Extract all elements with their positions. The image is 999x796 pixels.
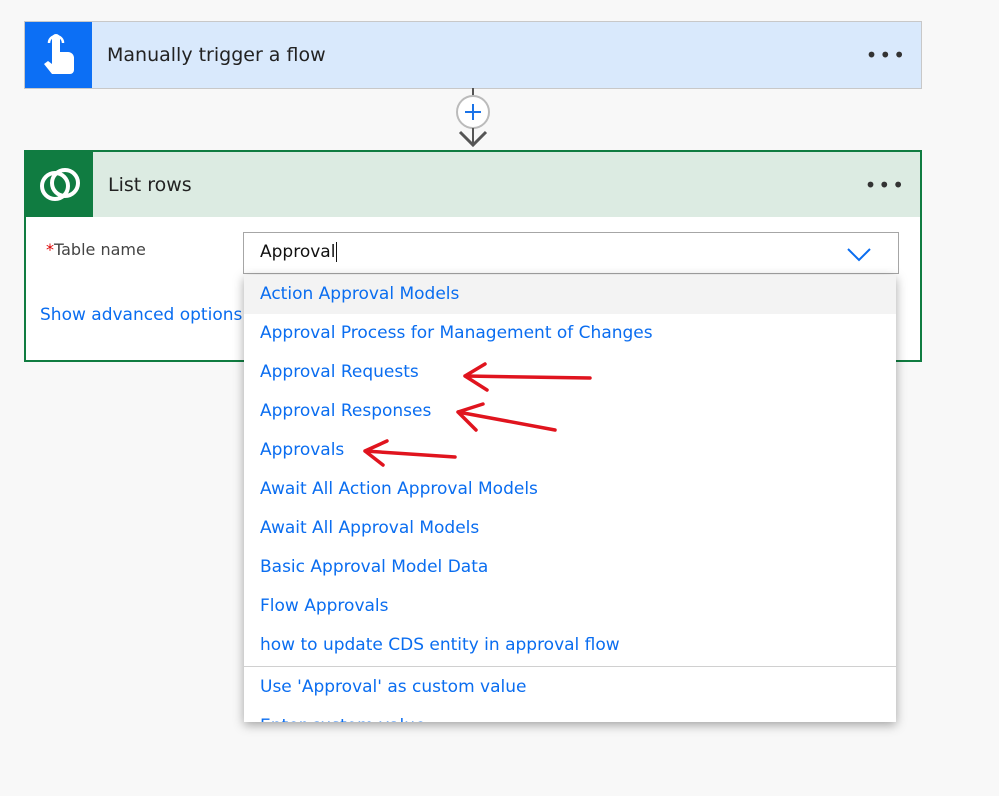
use-custom-value-option[interactable]: Use 'Approval' as custom value	[244, 668, 896, 707]
label-text: Table name	[54, 240, 146, 259]
dropdown-option[interactable]: Approval Responses	[244, 392, 896, 431]
dropdown-option[interactable]: Approval Process for Management of Chang…	[244, 314, 896, 353]
card-header[interactable]: List rows •••	[26, 152, 920, 217]
dropdown-option[interactable]: Action Approval Models	[244, 275, 896, 314]
dropdown-option[interactable]: Approvals	[244, 431, 896, 470]
connector	[456, 88, 490, 148]
more-options-button[interactable]: •••	[866, 22, 907, 88]
dropdown-option[interactable]: Await All Action Approval Models	[244, 470, 896, 509]
hand-pointer-icon	[25, 22, 92, 88]
dropdown-option[interactable]: Approval Requests	[244, 353, 896, 392]
table-name-label: *Table name	[46, 240, 146, 259]
trigger-title: Manually trigger a flow	[107, 44, 326, 66]
dropdown-option[interactable]: Basic Approval Model Data	[244, 548, 896, 587]
table-name-input[interactable]: Approval	[243, 232, 899, 274]
input-value: Approval	[260, 242, 338, 262]
enter-custom-value-option[interactable]: Enter custom value	[244, 707, 896, 722]
trigger-card[interactable]: Manually trigger a flow •••	[24, 21, 922, 89]
divider	[244, 666, 896, 667]
table-dropdown: Action Approval Models Approval Process …	[244, 275, 896, 722]
dropdown-option[interactable]: Flow Approvals	[244, 587, 896, 626]
chevron-down-icon[interactable]	[846, 246, 872, 262]
action-title: List rows	[108, 174, 192, 196]
dropdown-option[interactable]: how to update CDS entity in approval flo…	[244, 626, 896, 665]
more-options-button[interactable]: •••	[865, 152, 906, 218]
show-advanced-options-link[interactable]: Show advanced options	[40, 305, 242, 325]
required-mark: *	[46, 240, 54, 259]
dataverse-icon	[26, 152, 93, 217]
dropdown-option[interactable]: Await All Approval Models	[244, 509, 896, 548]
